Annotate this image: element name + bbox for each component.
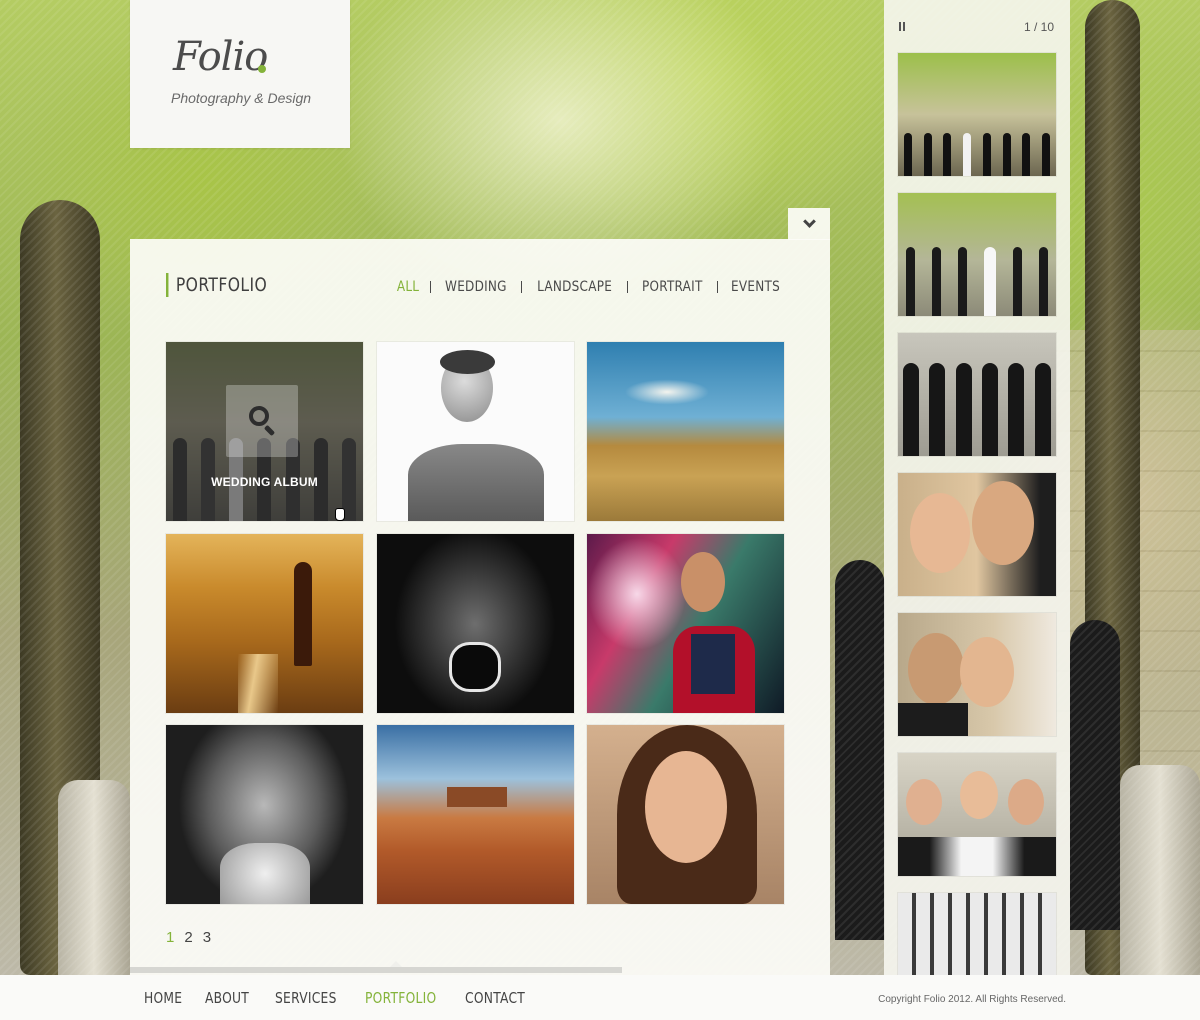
- filter-separator: [430, 281, 432, 293]
- item-caption: WEDDING ALBUM: [211, 475, 318, 489]
- portfolio-item[interactable]: [377, 534, 574, 713]
- portfolio-item[interactable]: [587, 725, 784, 904]
- nav-about[interactable]: ABOUT: [205, 989, 262, 1007]
- filter-all[interactable]: ALL: [397, 279, 419, 295]
- slideshow-thumbnail[interactable]: [898, 473, 1056, 596]
- couple-smiling-photo: [898, 473, 1056, 596]
- golden-hills-photo: [587, 342, 784, 521]
- young-woman-photo: [587, 725, 784, 904]
- pagination: 1 2 3: [166, 929, 211, 946]
- slideshow-strip: 1 / 10: [884, 0, 1070, 975]
- nav-home[interactable]: HOME: [144, 989, 194, 1007]
- couple-forehead-photo: [898, 613, 1056, 736]
- pause-icon[interactable]: [899, 22, 905, 31]
- young-man-portrait: [377, 342, 574, 521]
- tuscany-road-photo: [166, 534, 363, 713]
- slideshow-thumbnail[interactable]: [898, 53, 1056, 176]
- slideshow-thumbnail[interactable]: [898, 753, 1056, 876]
- search-icon: [249, 406, 269, 426]
- chevron-down-icon: [802, 215, 816, 228]
- typewriter-keys-photo: [898, 893, 1056, 975]
- hand-cursor-icon: [335, 508, 345, 521]
- logo-tagline: Photography & Design: [171, 90, 312, 106]
- nav-contact[interactable]: CONTACT: [465, 989, 531, 1007]
- portfolio-item-wedding-album[interactable]: WEDDING ALBUM: [166, 342, 363, 521]
- filter-landscape[interactable]: LANDSCAPE: [537, 279, 612, 295]
- slide-counter: 1 / 10: [1023, 20, 1054, 34]
- filter-events[interactable]: EVENTS: [731, 279, 780, 295]
- wedding-gate-photo: [898, 53, 1056, 176]
- portfolio-item[interactable]: [377, 342, 574, 521]
- logo-dot: [258, 65, 266, 73]
- slideshow-thumbnail[interactable]: [898, 193, 1056, 316]
- slideshow-thumbnail[interactable]: [898, 613, 1056, 736]
- slideshow-thumbnail[interactable]: [898, 893, 1056, 975]
- collapse-panel-button[interactable]: [788, 208, 830, 240]
- slideshow-thumbnail[interactable]: [898, 333, 1056, 456]
- singer-guitar-photo: [587, 534, 784, 713]
- screaming-man-photo: [377, 534, 574, 713]
- portfolio-grid: WEDDING ALBUM: [166, 342, 785, 905]
- page-3-link[interactable]: 3: [203, 929, 211, 946]
- zoom-button[interactable]: [226, 385, 298, 457]
- footer: HOME ABOUT SERVICES PORTFOLIO CONTACT Co…: [0, 975, 1200, 1020]
- page-1-link[interactable]: 1: [166, 929, 174, 946]
- copyright-text: Copyright Folio 2012. All Rights Reserve…: [878, 994, 1066, 1005]
- filter-portrait[interactable]: PORTRAIT: [642, 279, 703, 295]
- desert-valley-photo: [377, 725, 574, 904]
- groomsmen-photo: [898, 333, 1056, 456]
- filter-wedding[interactable]: WEDDING: [445, 279, 507, 295]
- page-2-link[interactable]: 2: [184, 929, 192, 946]
- bride-bridesmaids-photo: [898, 193, 1056, 316]
- portfolio-item[interactable]: [587, 534, 784, 713]
- filter-separator: [717, 281, 719, 293]
- filter-separator: [521, 281, 523, 293]
- nav-portfolio[interactable]: PORTFOLIO: [365, 989, 447, 1007]
- active-nav-pointer: [390, 961, 402, 967]
- logo-box[interactable]: Folio Photography & Design: [130, 0, 350, 148]
- portfolio-item[interactable]: [166, 725, 363, 904]
- portfolio-item[interactable]: [587, 342, 784, 521]
- portfolio-item[interactable]: [166, 534, 363, 713]
- portfolio-panel: PORTFOLIO ALL WEDDING LANDSCAPE PORTRAIT…: [130, 239, 830, 975]
- nav-services[interactable]: SERVICES: [275, 989, 349, 1007]
- main-nav: HOME ABOUT SERVICES PORTFOLIO CONTACT: [144, 989, 545, 1007]
- portfolio-item[interactable]: [377, 725, 574, 904]
- horizontal-scrollbar[interactable]: [130, 967, 622, 973]
- filter-separator: [627, 281, 629, 293]
- section-title: PORTFOLIO: [166, 273, 267, 297]
- bride-laughing-photo: [898, 753, 1056, 876]
- elderly-man-photo: [166, 725, 363, 904]
- filter-nav: ALL WEDDING LANDSCAPE PORTRAIT EVENTS: [395, 279, 784, 295]
- logo-wordmark[interactable]: Folio: [173, 34, 268, 80]
